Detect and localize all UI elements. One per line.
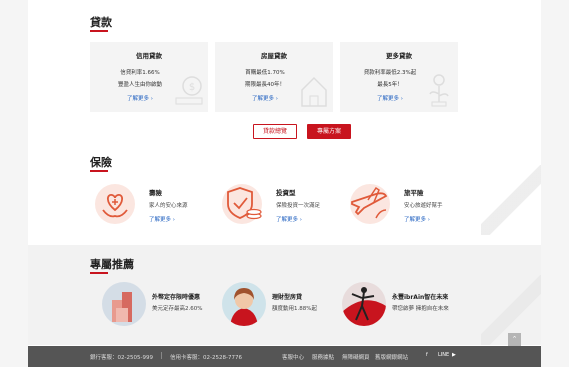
promo-title-underline [90,272,108,274]
loan-card-mortgage[interactable]: 房屋貸款 首購最低1.70% 期限最長40年！ 了解更多 › [215,42,333,112]
footer-link-accessibility[interactable]: 無障礙網頁 [342,353,370,361]
promo-item-mortgage[interactable]: 理財型房貸 額度動用1.88%起 [222,282,362,328]
learn-more-link[interactable]: 了解更多 › [276,215,302,223]
insurance-item-subtitle: 保險投資一次滿足 [276,203,321,209]
dancer-image [342,282,386,326]
heart-hands-icon [91,180,139,228]
exclusive-plan-button[interactable]: 專屬方案 [307,124,351,139]
insurance-section-title: 保險 [90,156,112,169]
loan-card-title: 更多貸款 [386,52,412,60]
woman-portrait-image [222,282,266,326]
coin-dollar-icon: $ [174,72,204,108]
house-icon [299,72,329,108]
learn-more-link[interactable]: 了解更多 › [149,215,175,223]
footer-separator [161,352,162,359]
promo-item-fx-deposit[interactable]: 外幣定存限時優惠 美元定存最高2.60% [102,282,242,328]
right-gutter [541,0,569,367]
shield-coins-icon [218,180,266,228]
insurance-item-investment[interactable]: 投資型 保險投資一次滿足 了解更多 › [218,180,348,232]
insurance-item-title: 壽險 [149,189,162,197]
loan-card-title: 房屋貸款 [261,52,287,60]
loan-section-title: 貸款 [90,16,112,29]
insurance-item-subtitle: 家人的安心來源 [149,203,188,209]
airplane-icon [346,180,394,228]
line-icon[interactable]: LINE [438,352,449,358]
loan-card-title: 信用貸款 [136,52,162,60]
insurance-title-underline [90,170,108,172]
bar-blocks-image [102,282,146,326]
promo-item-subtitle: 帶您啟夢 擁抱自在未來 [392,306,449,312]
left-gutter [0,0,28,367]
plant-coin-icon [424,72,454,108]
loan-overview-button[interactable]: 貸款總覽 [253,124,297,139]
facebook-icon[interactable]: f [426,352,428,358]
card-service-phone[interactable]: 信用卡客服：02-2528-7776 [170,353,242,361]
insurance-item-life[interactable]: 壽險 家人的安心來源 了解更多 › [91,180,221,232]
footer-link-locations[interactable]: 服務據點 [312,353,334,361]
bank-service-phone[interactable]: 銀行客服：02-2505-999 [90,353,153,361]
learn-more-link[interactable]: 了解更多 › [404,215,430,223]
promo-item-ibrain[interactable]: 永豐ibrAin智在未來 帶您啟夢 擁抱自在未來 [342,282,482,328]
insurance-item-title: 投資型 [276,189,296,197]
promo-item-title: 外幣定存限時優惠 [152,294,201,301]
youtube-icon[interactable]: ▶ [452,352,456,358]
insurance-item-subtitle: 安心旅遊好幫手 [404,203,443,209]
insurance-item-title: 旅平險 [404,189,424,197]
decorative-stripe [481,165,541,235]
insurance-item-travel[interactable]: 旅平險 安心旅遊好幫手 了解更多 › [346,180,476,232]
footer-link-service-center[interactable]: 客服中心 [282,353,304,361]
promo-item-title: 理財型房貸 [272,294,303,301]
promo-section-title: 專屬推薦 [90,258,134,271]
loan-card-credit[interactable]: 信用貸款 信貸利率1.66% 豐盈人生由你啟動 了解更多 › $ [90,42,208,112]
main-content: 貸款 信用貸款 信貸利率1.66% 豐盈人生由你啟動 了解更多 › $ 房屋貸款… [28,0,541,367]
loan-title-underline [90,30,108,32]
loan-card-more[interactable]: 更多貸款 貸款利率最低2.3%起 最長5年！ 了解更多 › [340,42,458,112]
promo-item-subtitle: 額度動用1.88%起 [272,306,317,312]
footer-link-legacy-netbank[interactable]: 舊版網銀網站 [375,353,408,361]
promo-item-subtitle: 美元定存最高2.60% [152,306,203,312]
svg-text:$: $ [189,82,195,93]
footer: 銀行客服：02-2505-999 信用卡客服：02-2528-7776 客服中心… [28,346,541,367]
promo-item-title: 永豐ibrAin智在未來 [392,294,449,301]
scroll-to-top-button[interactable]: ⌃ [508,333,521,346]
